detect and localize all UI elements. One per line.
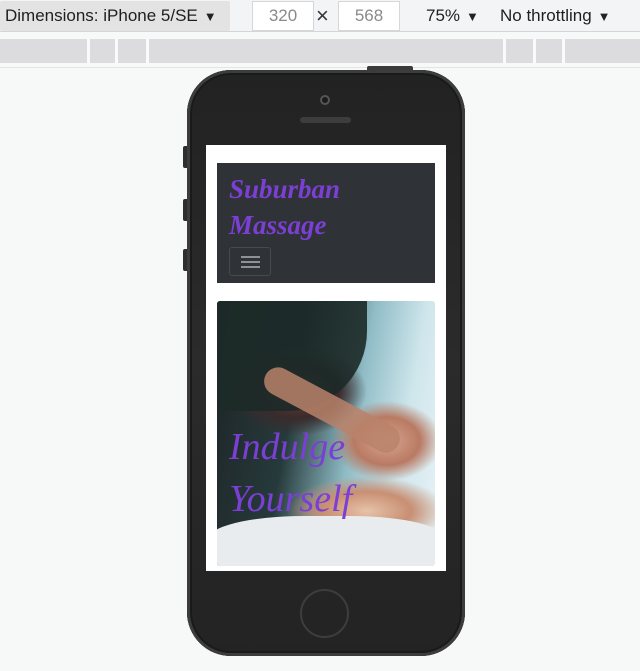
hero-title: Indulge Yourself [229,421,352,525]
ruler-divider [0,67,640,68]
home-button [300,589,349,638]
breakpoint-marker[interactable] [533,39,536,63]
height-input[interactable]: 568 [338,1,400,31]
breakpoint-marker[interactable] [146,39,149,63]
hero-image: Indulge Yourself [217,301,435,566]
hamburger-icon [241,266,260,268]
times-icon: × [316,3,329,28]
device-screen: Suburban Massage Indulge Yourself [206,145,446,571]
brand-line-2: Massage [229,210,327,240]
site-brand[interactable]: Suburban Massage [229,171,340,243]
dropdown-caret-icon: ▼ [203,8,217,24]
dropdown-caret-icon: ▼ [597,8,611,24]
width-input[interactable]: 320 [252,1,314,31]
breakpoint-marker[interactable] [87,39,90,63]
media-query-bar[interactable] [0,39,640,63]
zoom-select[interactable]: 75% ▼ [426,1,479,31]
throttling-select[interactable]: No throttling ▼ [500,1,611,31]
navbar-toggler-button[interactable] [229,247,271,276]
hero-line-1: Indulge [229,426,346,468]
hero-line-2: Yourself [229,478,353,520]
site-navbar: Suburban Massage [217,163,435,283]
device-toolbar: Dimensions: iPhone 5/SE ▼ 320 × 568 75% … [0,0,640,32]
throttling-label: No throttling [500,6,592,25]
breakpoint-marker[interactable] [503,39,506,63]
brand-line-1: Suburban [229,174,341,204]
device-label: Dimensions: iPhone 5/SE [5,6,198,25]
zoom-label: 75% [426,6,461,25]
earpiece-speaker [300,117,351,123]
front-camera-icon [320,95,330,105]
hamburger-icon [241,256,260,258]
breakpoint-marker[interactable] [562,39,565,63]
hamburger-icon [241,261,260,263]
device-dimensions-select[interactable]: Dimensions: iPhone 5/SE ▼ [0,1,230,31]
breakpoint-marker[interactable] [115,39,118,63]
dropdown-caret-icon: ▼ [466,8,479,24]
